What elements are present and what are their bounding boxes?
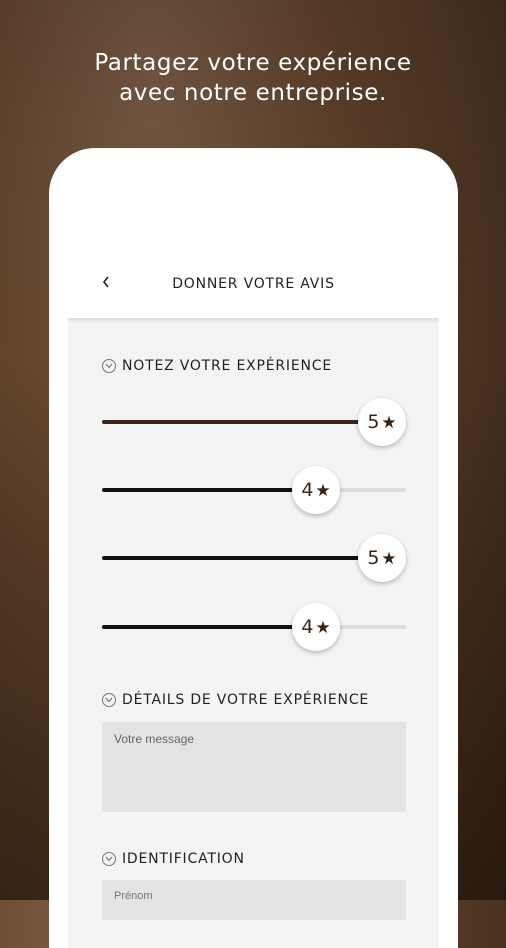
firstname-placeholder: Prénom xyxy=(114,890,153,902)
section-identification-header[interactable]: IDENTIFICATION xyxy=(102,851,245,867)
slider-fill xyxy=(102,556,382,560)
star-icon: ★ xyxy=(381,548,397,568)
page-title: DONNER VOTRE AVIS xyxy=(172,276,335,292)
app-screen: DONNER VOTRE AVIS NOTEZ VOTRE EXPÉRIENCE… xyxy=(68,248,439,948)
rating-slider-4[interactable]: 4 ★ xyxy=(102,603,406,651)
message-placeholder: Votre message xyxy=(114,732,195,746)
slider-fill xyxy=(102,625,316,629)
slider-thumb[interactable]: 4 ★ xyxy=(292,466,340,514)
rating-slider-1[interactable]: 5 ★ xyxy=(102,398,406,446)
star-icon: ★ xyxy=(381,412,397,432)
rating-slider-3[interactable]: 5 ★ xyxy=(102,534,406,582)
phone-frame: DONNER VOTRE AVIS NOTEZ VOTRE EXPÉRIENCE… xyxy=(49,148,458,948)
chevron-down-circle-icon xyxy=(102,693,116,707)
rating-value: 5 xyxy=(367,411,380,433)
chevron-down-circle-icon xyxy=(102,852,116,866)
section-details-title: DÉTAILS DE VOTRE EXPÉRIENCE xyxy=(122,692,370,708)
slider-thumb[interactable]: 4 ★ xyxy=(292,603,340,651)
rating-value: 5 xyxy=(367,547,380,569)
rating-slider-2[interactable]: 4 ★ xyxy=(102,466,406,514)
rating-value: 4 xyxy=(301,616,314,638)
message-textarea[interactable]: Votre message xyxy=(102,722,406,812)
section-details-header[interactable]: DÉTAILS DE VOTRE EXPÉRIENCE xyxy=(102,692,369,708)
section-rating-header[interactable]: NOTEZ VOTRE EXPÉRIENCE xyxy=(102,358,332,374)
section-identification-title: IDENTIFICATION xyxy=(122,851,245,867)
headline-line-1: Partagez votre expérience xyxy=(94,50,412,76)
firstname-field[interactable]: Prénom xyxy=(102,880,406,920)
slider-fill xyxy=(102,488,316,492)
slider-thumb[interactable]: 5 ★ xyxy=(358,398,406,446)
headline: Partagez votre expérience avec notre ent… xyxy=(0,48,506,108)
slider-thumb[interactable]: 5 ★ xyxy=(358,534,406,582)
slider-fill xyxy=(102,420,382,424)
app-bar: DONNER VOTRE AVIS xyxy=(68,248,439,318)
rating-value: 4 xyxy=(301,479,314,501)
section-rating-title: NOTEZ VOTRE EXPÉRIENCE xyxy=(122,358,332,374)
star-icon: ★ xyxy=(315,480,331,500)
headline-line-2: avec notre entreprise. xyxy=(119,80,387,106)
star-icon: ★ xyxy=(315,617,331,637)
chevron-down-circle-icon xyxy=(102,359,116,373)
